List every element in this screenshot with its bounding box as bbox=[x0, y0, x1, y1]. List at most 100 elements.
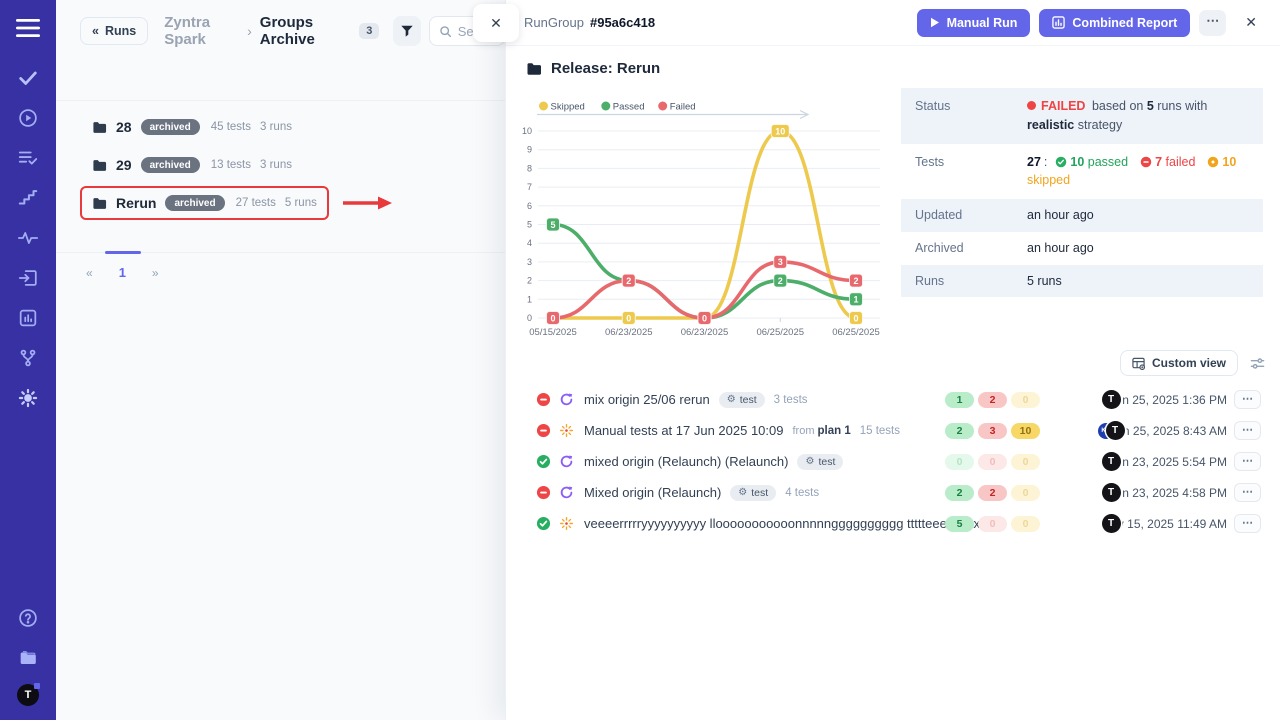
run-status-icon bbox=[536, 516, 551, 531]
run-row[interactable]: veeeerrrrryyyyyyyyyy llooooooooooonnnnng… bbox=[536, 508, 1267, 539]
run-name: mixed origin (Relaunch) (Relaunch) bbox=[584, 454, 788, 469]
manual-run-label: Manual Run bbox=[947, 16, 1018, 30]
list-check-icon[interactable] bbox=[14, 144, 42, 172]
failed-icon bbox=[536, 485, 551, 500]
details-table: Status FAILED based on 5 runs with reali… bbox=[901, 88, 1263, 297]
status-value: FAILED based on 5 runs with realistic st… bbox=[1027, 97, 1249, 135]
user-avatar[interactable]: T bbox=[17, 684, 39, 706]
archived-badge: archived bbox=[141, 157, 200, 173]
steps-icon[interactable] bbox=[14, 184, 42, 212]
skipped-count-pill: 0 bbox=[1011, 392, 1040, 408]
passed-icon bbox=[536, 516, 551, 531]
failed-count-pill: 2 bbox=[978, 485, 1007, 501]
run-name: veeeerrrrryyyyyyyyyy llooooooooooonnnnng… bbox=[584, 516, 986, 531]
run-tag-badge: ⚙test bbox=[719, 392, 765, 408]
group-name: 28 bbox=[116, 119, 132, 135]
group-row[interactable]: Rerun archived 27 tests 5 runs bbox=[82, 188, 327, 218]
avatar[interactable]: T bbox=[1102, 514, 1121, 533]
failed-count-pill: 0 bbox=[978, 454, 1007, 470]
close-icon: ✕ bbox=[1245, 14, 1257, 30]
run-row[interactable]: mix origin 25/06 rerun ⚙test 3 tests 1 2… bbox=[536, 384, 1267, 415]
minus-circle-icon bbox=[1140, 156, 1152, 168]
menu-icon[interactable] bbox=[14, 14, 42, 42]
detail-row-tests: Tests 27:10 passed7 failed10 skipped bbox=[901, 144, 1263, 200]
combined-report-label: Combined Report bbox=[1072, 16, 1177, 30]
activity-icon[interactable] bbox=[14, 224, 42, 252]
group-name: Rerun bbox=[116, 195, 156, 211]
passed-icon bbox=[536, 454, 551, 469]
view-settings-button[interactable] bbox=[1250, 356, 1265, 371]
gear-icon[interactable] bbox=[14, 384, 42, 412]
group-tests-count: 27 tests bbox=[236, 197, 276, 209]
rerun-icon bbox=[559, 392, 574, 407]
custom-view-button[interactable]: Custom view bbox=[1120, 350, 1238, 376]
breadcrumb-parent[interactable]: Zyntra Spark bbox=[164, 14, 239, 48]
passed-count-pill: 5 bbox=[945, 516, 974, 532]
svg-text:10: 10 bbox=[775, 126, 785, 136]
tests-label: Tests bbox=[915, 153, 1027, 191]
chart-panel-icon[interactable] bbox=[14, 304, 42, 332]
run-row[interactable]: Mixed origin (Relaunch) ⚙test 4 tests 2 … bbox=[536, 477, 1267, 508]
svg-text:2: 2 bbox=[626, 276, 631, 286]
filter-button[interactable] bbox=[393, 16, 420, 46]
avatar[interactable]: T bbox=[1102, 483, 1121, 502]
run-origin-icon bbox=[559, 423, 574, 438]
folder-icon bbox=[92, 196, 107, 211]
svg-text:1: 1 bbox=[853, 295, 858, 305]
group-runs-count: 3 runs bbox=[260, 159, 292, 171]
group-row[interactable]: 29 archived 13 tests 3 runs bbox=[92, 150, 292, 180]
combined-report-button[interactable]: Combined Report bbox=[1039, 9, 1190, 37]
play-icon bbox=[930, 17, 940, 28]
back-to-runs-button[interactable]: « Runs bbox=[80, 17, 148, 45]
search-icon bbox=[439, 25, 452, 38]
table-view-icon bbox=[1132, 357, 1145, 370]
drawer-more-button[interactable]: ⋯ bbox=[1199, 10, 1226, 36]
git-branch-icon[interactable] bbox=[14, 344, 42, 372]
svg-text:Skipped: Skipped bbox=[551, 102, 585, 113]
rerun-icon bbox=[559, 454, 574, 469]
enter-box-icon[interactable] bbox=[14, 264, 42, 292]
avatar[interactable]: T bbox=[1106, 421, 1125, 440]
run-more-button[interactable]: ⋯ bbox=[1234, 483, 1261, 502]
pagination-next[interactable]: » bbox=[152, 266, 159, 280]
manual-run-button[interactable]: Manual Run bbox=[917, 9, 1031, 37]
run-origin-icon bbox=[559, 516, 574, 531]
svg-text:1: 1 bbox=[527, 294, 532, 304]
run-status-icon bbox=[536, 485, 551, 500]
detail-row-archived: Archived an hour ago bbox=[901, 232, 1263, 265]
svg-text:5: 5 bbox=[550, 220, 555, 230]
svg-text:2: 2 bbox=[853, 276, 858, 286]
run-more-button[interactable]: ⋯ bbox=[1234, 421, 1261, 440]
check-icon[interactable] bbox=[14, 64, 42, 92]
svg-text:06/23/2025: 06/23/2025 bbox=[681, 327, 729, 338]
run-tests-count: 4 tests bbox=[785, 487, 819, 499]
svg-text:9: 9 bbox=[527, 145, 532, 155]
run-more-button[interactable]: ⋯ bbox=[1234, 452, 1261, 471]
runs-list: mix origin 25/06 rerun ⚙test 3 tests 1 2… bbox=[536, 384, 1267, 539]
play-circle-icon[interactable] bbox=[14, 104, 42, 132]
run-more-button[interactable]: ⋯ bbox=[1234, 390, 1261, 409]
run-name: Mixed origin (Relaunch) bbox=[584, 485, 721, 500]
pagination-prev[interactable]: « bbox=[86, 266, 93, 280]
avatar[interactable]: T bbox=[1102, 390, 1121, 409]
folders-icon[interactable] bbox=[14, 644, 42, 672]
breadcrumb-count-badge: 3 bbox=[359, 23, 379, 39]
svg-text:7: 7 bbox=[527, 182, 532, 192]
run-name: mix origin 25/06 rerun bbox=[584, 392, 710, 407]
run-chart: 01234567891005/15/202506/23/202506/23/20… bbox=[512, 86, 897, 344]
help-circle-icon[interactable] bbox=[14, 604, 42, 632]
runs-list-controls: Custom view bbox=[1120, 350, 1265, 376]
avatar[interactable]: T bbox=[1102, 452, 1121, 471]
drawer-close-button[interactable]: ✕ bbox=[1239, 13, 1263, 32]
pagination-page-1[interactable]: 1 bbox=[115, 265, 130, 280]
run-row[interactable]: Manual tests at 17 Jun 2025 10:09 frompl… bbox=[536, 415, 1267, 446]
group-row[interactable]: 28 archived 45 tests 3 runs bbox=[92, 112, 292, 142]
svg-text:3: 3 bbox=[778, 257, 783, 267]
search-placeholder: Se bbox=[458, 24, 474, 39]
run-more-button[interactable]: ⋯ bbox=[1234, 514, 1261, 533]
pagination: « 1 » bbox=[56, 252, 505, 280]
group-tests-count: 45 tests bbox=[211, 121, 251, 133]
run-row[interactable]: mixed origin (Relaunch) (Relaunch) ⚙test… bbox=[536, 446, 1267, 477]
failed-count-pill: 2 bbox=[978, 392, 1007, 408]
drawer-edge-close-button[interactable]: ✕ bbox=[473, 4, 519, 42]
